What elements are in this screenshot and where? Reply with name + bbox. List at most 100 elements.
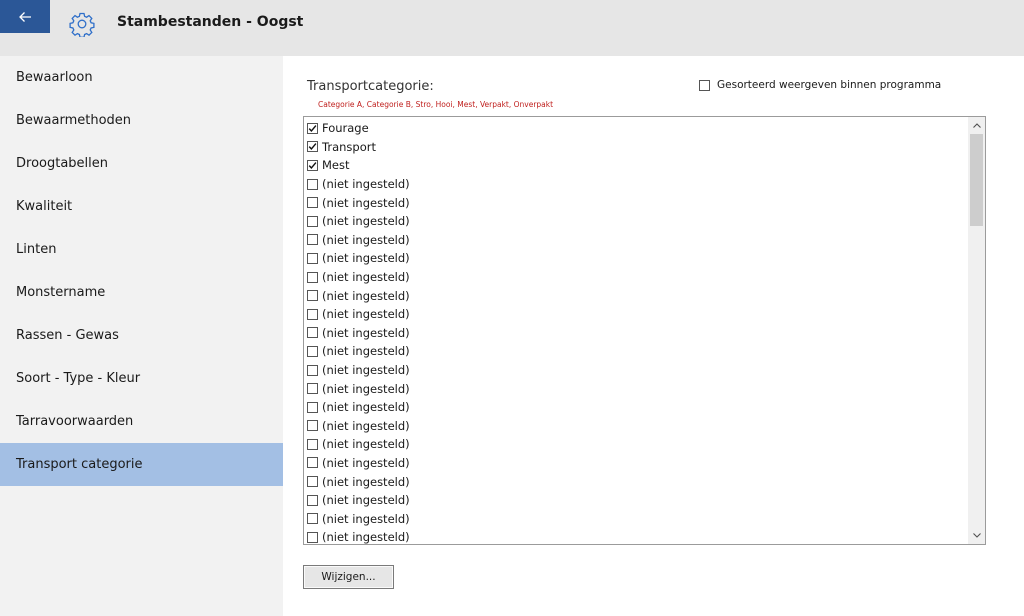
list-item[interactable]: (niet ingesteld): [307, 175, 967, 194]
list-item-checkbox[interactable]: [307, 197, 318, 209]
list-item-label: (niet ingesteld): [322, 400, 410, 415]
checkmark-icon: [308, 162, 317, 169]
list-item[interactable]: Mest: [307, 156, 967, 175]
list-item-label: (niet ingesteld): [322, 344, 410, 359]
chevron-down-icon[interactable]: [968, 527, 985, 544]
list-item-checkbox[interactable]: [307, 271, 318, 283]
sidebar: Bewaarloon Bewaarmethoden Droogtabellen …: [0, 56, 283, 616]
list-item[interactable]: (niet ingesteld): [307, 435, 967, 454]
sidebar-item-droogtabellen[interactable]: Droogtabellen: [0, 142, 283, 185]
list-item-label: (niet ingesteld): [322, 270, 410, 285]
list-item[interactable]: (niet ingesteld): [307, 361, 967, 380]
list-item[interactable]: (niet ingesteld): [307, 305, 967, 324]
list-item-checkbox[interactable]: [307, 476, 318, 488]
window-title: Stambestanden - Oogst: [117, 14, 304, 30]
list-item[interactable]: (niet ingesteld): [307, 286, 967, 305]
list-item-label: Mest: [322, 158, 350, 173]
list-item-checkbox[interactable]: [307, 308, 318, 320]
list-item[interactable]: (niet ingesteld): [307, 324, 967, 343]
list-item-label: (niet ingesteld): [322, 474, 410, 489]
gear-icon[interactable]: [69, 11, 95, 37]
list-item[interactable]: (niet ingesteld): [307, 398, 967, 417]
list-item-checkbox[interactable]: [307, 420, 318, 432]
back-button[interactable]: [0, 0, 50, 33]
sidebar-item-tarravoorwaarden[interactable]: Tarravoorwaarden: [0, 400, 283, 443]
list-item-label: (niet ingesteld): [322, 232, 410, 247]
chevron-up-icon[interactable]: [968, 117, 985, 134]
list-item[interactable]: (niet ingesteld): [307, 472, 967, 491]
list-item[interactable]: (niet ingesteld): [307, 528, 967, 545]
list-item-checkbox[interactable]: [307, 215, 318, 227]
list-item-label: (niet ingesteld): [322, 177, 410, 192]
list-item-label: Transport: [322, 139, 376, 154]
list-item-label: (niet ingesteld): [322, 288, 410, 303]
list-item[interactable]: (niet ingesteld): [307, 509, 967, 528]
list-item[interactable]: Transport: [307, 138, 967, 157]
change-button[interactable]: Wijzigen...: [303, 565, 394, 589]
list-item[interactable]: (niet ingesteld): [307, 491, 967, 510]
list-item[interactable]: (niet ingesteld): [307, 249, 967, 268]
list-item-checkbox[interactable]: [307, 122, 318, 134]
list-item-label: (niet ingesteld): [322, 381, 410, 396]
sorted-checkbox-box[interactable]: [699, 79, 710, 91]
list-item[interactable]: (niet ingesteld): [307, 231, 967, 250]
section-title: Transportcategorie:: [307, 79, 434, 94]
list-item-checkbox[interactable]: [307, 327, 318, 339]
list-item-checkbox[interactable]: [307, 401, 318, 413]
list-item[interactable]: (niet ingesteld): [307, 212, 967, 231]
list-item-checkbox[interactable]: [307, 252, 318, 264]
list-item[interactable]: (niet ingesteld): [307, 417, 967, 436]
category-list: Fourage Transport Mest (niet ingesteld) (nie…: [307, 119, 967, 545]
list-item[interactable]: (niet ingesteld): [307, 193, 967, 212]
sidebar-item-bewaarloon[interactable]: Bewaarloon: [0, 56, 283, 99]
list-item-checkbox[interactable]: [307, 159, 318, 171]
sorted-checkbox-label: Gesorteerd weergeven binnen programma: [717, 79, 942, 91]
list-item-label: (niet ingesteld): [322, 214, 410, 229]
sidebar-item-linten[interactable]: Linten: [0, 228, 283, 271]
sidebar-item-monstername[interactable]: Monstername: [0, 271, 283, 314]
list-item-checkbox[interactable]: [307, 494, 318, 506]
sidebar-item-rassen-gewas[interactable]: Rassen - Gewas: [0, 314, 283, 357]
list-item-label: (niet ingesteld): [322, 455, 410, 470]
title-bar: Stambestanden - Oogst: [0, 0, 1024, 56]
list-item-label: (niet ingesteld): [322, 418, 410, 433]
sidebar-item-transport-categorie[interactable]: Transport categorie: [0, 443, 283, 486]
list-item-checkbox[interactable]: [307, 141, 318, 153]
list-item-label: (niet ingesteld): [322, 437, 410, 452]
list-item-label: (niet ingesteld): [322, 195, 410, 210]
list-item-label: (niet ingesteld): [322, 307, 410, 322]
vertical-scrollbar[interactable]: [968, 117, 985, 544]
checkmark-icon: [308, 124, 317, 132]
list-item-checkbox[interactable]: [307, 531, 318, 543]
list-item-label: Fourage: [322, 121, 369, 136]
list-item-checkbox[interactable]: [307, 438, 318, 450]
list-item-checkbox[interactable]: [307, 234, 318, 246]
list-item[interactable]: (niet ingesteld): [307, 268, 967, 287]
list-item-checkbox[interactable]: [307, 383, 318, 395]
sidebar-item-bewaarmethoden[interactable]: Bewaarmethoden: [0, 99, 283, 142]
list-item-checkbox[interactable]: [307, 178, 318, 190]
list-item[interactable]: (niet ingesteld): [307, 379, 967, 398]
list-item[interactable]: (niet ingesteld): [307, 342, 967, 361]
list-item-checkbox[interactable]: [307, 364, 318, 376]
category-listbox[interactable]: Fourage Transport Mest (niet ingesteld) (nie…: [303, 116, 986, 545]
list-item-checkbox[interactable]: [307, 290, 318, 302]
list-item-label: (niet ingesteld): [322, 511, 410, 526]
list-item[interactable]: (niet ingesteld): [307, 454, 967, 473]
arrow-left-icon: [19, 11, 31, 22]
checkmark-icon: [308, 143, 317, 151]
list-item-label: (niet ingesteld): [322, 530, 410, 545]
sidebar-item-kwaliteit[interactable]: Kwaliteit: [0, 185, 283, 228]
scrollbar-thumb[interactable]: [970, 134, 983, 226]
sorted-checkbox[interactable]: Gesorteerd weergeven binnen programma: [699, 79, 941, 91]
list-item-label: (niet ingesteld): [322, 251, 410, 266]
list-item-label: (niet ingesteld): [322, 493, 410, 508]
list-item-label: (niet ingesteld): [322, 363, 410, 378]
list-item[interactable]: Fourage: [307, 119, 967, 138]
category-hint: Categorie A, Categorie B, Stro, Hooi, Me…: [318, 100, 554, 109]
main-panel: Transportcategorie: Categorie A, Categor…: [283, 56, 1024, 616]
list-item-checkbox[interactable]: [307, 345, 318, 357]
list-item-checkbox[interactable]: [307, 513, 318, 525]
list-item-checkbox[interactable]: [307, 457, 318, 469]
sidebar-item-soort-type-kleur[interactable]: Soort - Type - Kleur: [0, 357, 283, 400]
